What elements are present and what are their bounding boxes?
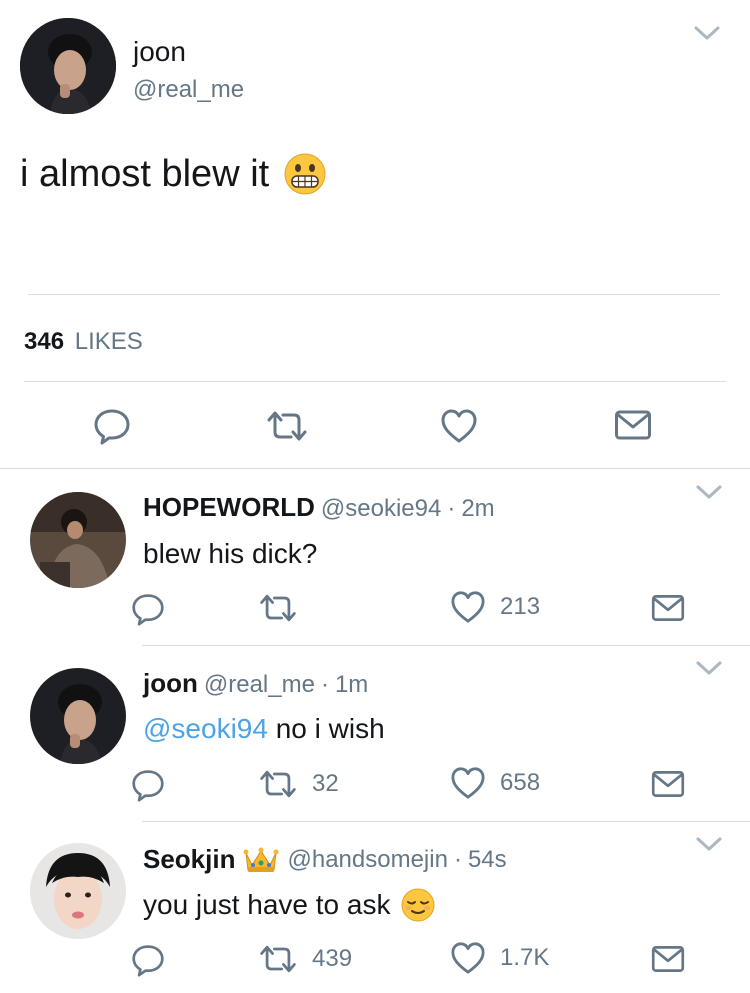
message-button[interactable]: [614, 409, 652, 441]
timestamp[interactable]: 1m: [335, 671, 368, 699]
chevron-down-icon[interactable]: [695, 659, 723, 677]
tweet-text: you just have to ask: [143, 889, 391, 920]
display-name[interactable]: HOPEWORLD: [143, 492, 315, 523]
retweet-button[interactable]: [265, 410, 309, 442]
retweet-button[interactable]: 439: [258, 944, 352, 974]
retweet-button[interactable]: 32: [258, 769, 339, 799]
reply-header: HOPEWORLD @seokie94 · 2m: [143, 492, 495, 523]
like-button[interactable]: 1.7K: [450, 941, 549, 975]
chevron-down-icon[interactable]: [693, 24, 721, 42]
separator: ·: [453, 845, 462, 873]
divider: [142, 645, 750, 646]
retweet-icon: [260, 594, 296, 622]
grimacing-emoji: [284, 153, 326, 195]
like-count: 213: [500, 593, 541, 620]
like-button[interactable]: 658: [450, 766, 540, 800]
likes-summary[interactable]: 346 LIKES: [24, 328, 143, 356]
timestamp[interactable]: 54s: [468, 846, 507, 874]
handle[interactable]: @real_me: [133, 76, 244, 104]
like-button[interactable]: 213: [450, 590, 540, 624]
display-name[interactable]: joon: [143, 668, 198, 699]
retweet-button[interactable]: [258, 593, 298, 623]
heart-icon: [441, 409, 477, 443]
tweet-text: blew his dick?: [143, 538, 318, 569]
avatar[interactable]: [30, 668, 126, 764]
retweet-count: 439: [312, 945, 353, 972]
handle[interactable]: @seokie94: [321, 495, 441, 523]
direct-message-icon: [651, 771, 685, 797]
reply-icon: [132, 945, 164, 977]
divider: [28, 294, 720, 295]
heart-icon: [451, 767, 485, 799]
divider: [142, 821, 750, 822]
tweet-text: i almost blew it: [20, 152, 270, 195]
retweet-count: 32: [312, 770, 339, 797]
reply-button[interactable]: [93, 407, 131, 445]
display-name[interactable]: Seokjin: [143, 844, 235, 875]
likes-label: LIKES: [74, 328, 143, 355]
avatar[interactable]: [30, 492, 126, 588]
reply-icon: [132, 594, 164, 626]
handle[interactable]: @handsomejin: [287, 846, 447, 874]
chevron-down-icon[interactable]: [695, 835, 723, 853]
message-button[interactable]: [651, 593, 685, 623]
separator: ·: [447, 495, 456, 522]
like-button[interactable]: [440, 408, 478, 444]
direct-message-icon: [615, 410, 651, 440]
direct-message-icon: [651, 946, 685, 972]
reply-button[interactable]: [131, 768, 165, 802]
reply-button[interactable]: [131, 592, 165, 626]
heart-icon: [451, 591, 485, 623]
message-button[interactable]: [651, 944, 685, 974]
reply-header: joon @real_me · 1m: [143, 668, 368, 699]
tweet-body: no i wish: [275, 713, 385, 744]
handle[interactable]: @real_me: [204, 671, 315, 699]
crown-emoji: [243, 847, 279, 872]
tweet-text-row: i almost blew it: [20, 152, 327, 196]
separator: ·: [320, 671, 329, 698]
reply-button[interactable]: [131, 943, 165, 977]
divider: [24, 381, 726, 382]
timestamp[interactable]: 2m: [461, 495, 494, 523]
like-count: 1.7K: [500, 944, 550, 971]
retweet-icon: [260, 770, 296, 798]
tweet-text: @seoki94 no i wish: [143, 713, 385, 745]
tweet-text-row: you just have to ask: [143, 887, 436, 923]
reply-header: Seokjin @handsomejin · 54s: [143, 844, 507, 875]
relieved-emoji: [401, 888, 435, 922]
reply-icon: [132, 770, 164, 802]
avatar[interactable]: [20, 18, 116, 114]
like-count: 658: [500, 769, 541, 796]
mention-link[interactable]: @seoki94: [143, 713, 268, 744]
heart-icon: [451, 942, 485, 974]
chevron-down-icon[interactable]: [695, 483, 723, 501]
avatar[interactable]: [30, 843, 126, 939]
reply-icon: [94, 409, 130, 445]
display-name[interactable]: joon: [133, 36, 186, 68]
divider: [0, 468, 750, 469]
retweet-icon: [260, 945, 296, 973]
retweet-icon: [267, 411, 307, 441]
message-button[interactable]: [651, 769, 685, 799]
likes-count: 346: [24, 328, 65, 355]
direct-message-icon: [651, 595, 685, 621]
